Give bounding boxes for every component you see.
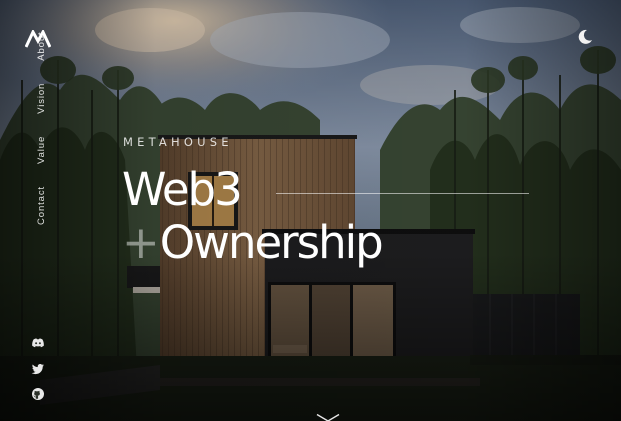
headline-divider xyxy=(276,193,529,194)
github-icon xyxy=(32,388,44,400)
headline-web3: Web3 xyxy=(122,163,243,216)
nav-link-about[interactable]: About xyxy=(36,31,47,60)
chevron-down-icon xyxy=(316,413,340,421)
hero-section: Contact Value Vision About METAHOUSE Web… xyxy=(0,0,621,421)
scroll-down-button[interactable] xyxy=(316,408,340,421)
moon-icon xyxy=(578,29,592,44)
nav-link-value[interactable]: Value xyxy=(36,136,47,164)
headline-ownership: Ownership xyxy=(159,216,384,269)
brand-eyebrow: METAHOUSE xyxy=(123,135,233,149)
theme-toggle-button[interactable] xyxy=(575,27,595,47)
house-photo-background xyxy=(0,0,621,421)
nav-link-contact[interactable]: Contact xyxy=(36,186,47,225)
twitter-icon xyxy=(31,364,44,375)
side-navigation: Contact Value Vision About xyxy=(36,31,47,225)
headline-ownership-line: +Ownership xyxy=(122,216,384,270)
discord-icon xyxy=(32,338,44,348)
discord-link[interactable] xyxy=(31,336,45,350)
nav-link-vision[interactable]: Vision xyxy=(36,83,47,114)
headline-plus: + xyxy=(122,216,160,269)
twitter-link[interactable] xyxy=(31,362,45,376)
github-link[interactable] xyxy=(31,387,45,401)
